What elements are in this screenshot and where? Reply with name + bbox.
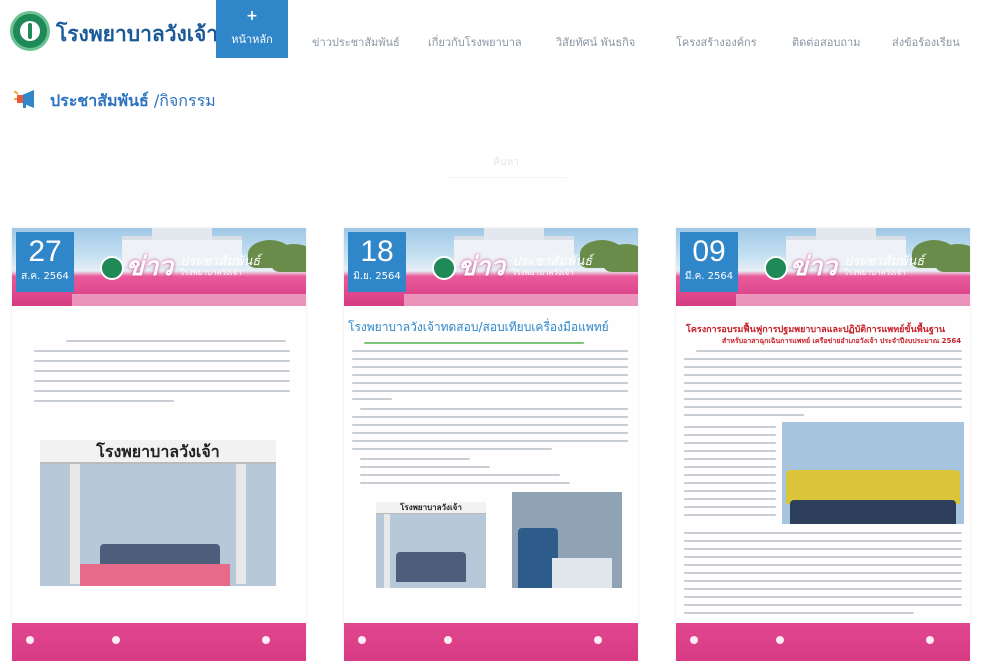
moph-logo-icon (764, 256, 788, 280)
nav-item-vision[interactable]: วิสัยทัศน์ พันธกิจ (556, 33, 635, 51)
site-title[interactable]: โรงพยาบาลวังเจ้า (56, 18, 218, 51)
nav-item-complaint[interactable]: ส่งข้อร้องเรียน (892, 33, 960, 51)
nav-item-structure[interactable]: โครงสร้างองค์กร (676, 33, 757, 51)
card-photo: โรงพยาบาลวังเจ้า (40, 440, 276, 586)
megaphone-icon (14, 90, 34, 108)
date-month: ส.ค. 2564 (21, 271, 69, 282)
card-footer (676, 623, 970, 661)
card-photo-group (782, 422, 964, 524)
news-card-3[interactable]: 09 มี.ค. 2564 ข่าว ประชาสัมพันธ์ โรงพยาบ… (676, 228, 970, 661)
nav-home-label: หน้าหลัก (231, 33, 273, 46)
card-body: โครงการอบรมฟื้นฟูการปฐมพยาบาลและปฏิบัติก… (676, 306, 970, 623)
card-footer (12, 623, 306, 661)
section-title-sub: /กิจกรรม (148, 91, 216, 110)
nav-item-contact[interactable]: ติดต่อสอบถาม (792, 33, 860, 51)
moph-logo-icon (100, 256, 124, 280)
news-word: ข่าว (790, 252, 837, 282)
card-body: โรงพยาบาลวังเจ้า (12, 306, 306, 623)
search-field[interactable]: ค้นหา (446, 148, 566, 178)
nav-home-button[interactable]: + หน้าหลัก (216, 0, 288, 58)
card-subhead: สำหรับอาสาฉุกเฉินการแพทย์ เครือข่ายอำเภอ… (722, 337, 962, 345)
date-badge: 27 ส.ค. 2564 (16, 232, 74, 292)
moph-logo-icon (432, 256, 456, 280)
section-title: ประชาสัมพันธ์ /กิจกรรม (50, 89, 216, 114)
date-day: 27 (28, 235, 62, 268)
date-day: 18 (360, 235, 394, 268)
news-card-2[interactable]: 18 มิ.ย. 2564 ข่าว ประชาสัมพันธ์ โรงพยาบ… (344, 228, 638, 661)
news-subtitle-2: โรงพยาบาลวังเจ้า (180, 268, 242, 277)
photo-sign: โรงพยาบาลวังเจ้า (40, 440, 276, 464)
nav-item-news[interactable]: ข่าวประชาสัมพันธ์ (312, 33, 400, 51)
section-title-main: ประชาสัมพันธ์ (50, 91, 149, 110)
card-headline: โครงการอบรมฟื้นฟูการปฐมพยาบาลและปฏิบัติก… (686, 325, 945, 335)
date-day: 09 (692, 235, 726, 268)
hospital-logo-icon[interactable] (10, 11, 50, 51)
news-word: ข่าว (458, 252, 505, 282)
date-month: มิ.ย. 2564 (353, 271, 401, 282)
nav-item-about[interactable]: เกี่ยวกับโรงพยาบาล (428, 33, 522, 51)
site-header: โรงพยาบาลวังเจ้า + หน้าหลัก ข่าวประชาสัม… (0, 0, 982, 70)
card-photo-right (512, 492, 622, 588)
date-badge: 18 มิ.ย. 2564 (348, 232, 406, 292)
news-subtitle-2: โรงพยาบาลวังเจ้า (512, 268, 574, 277)
news-word: ข่าว (126, 252, 173, 282)
card-photo-left: โรงพยาบาลวังเจ้า (376, 502, 486, 588)
photo-sign: โรงพยาบาลวังเจ้า (376, 502, 486, 514)
news-subtitle-2: โรงพยาบาลวังเจ้า (844, 268, 906, 277)
plus-icon: + (246, 8, 258, 24)
card-headline: โรงพยาบาลวังเจ้าทดสอบ/สอบเทียบเครื่องมือ… (348, 320, 609, 334)
date-badge: 09 มี.ค. 2564 (680, 232, 738, 292)
news-card-1[interactable]: 27 ส.ค. 2564 ข่าว ประชาสัมพันธ์ โรงพยาบา… (12, 228, 306, 661)
date-month: มี.ค. 2564 (684, 271, 734, 282)
card-footer (344, 623, 638, 661)
card-body: โรงพยาบาลวังเจ้าทดสอบ/สอบเทียบเครื่องมือ… (344, 306, 638, 623)
